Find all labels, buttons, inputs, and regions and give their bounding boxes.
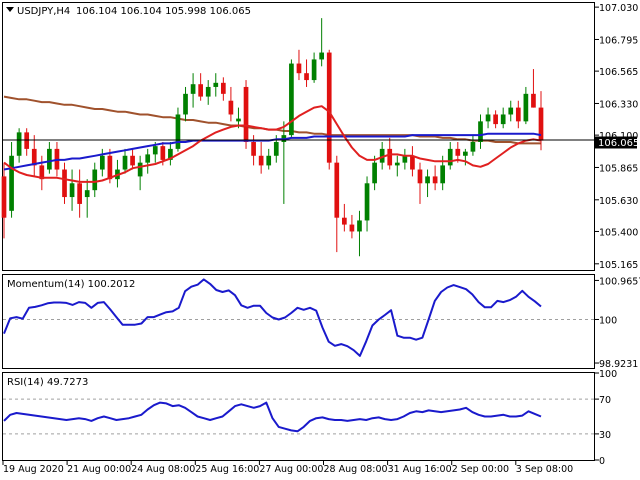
bearish-candle: [387, 148, 393, 166]
bullish-candle: [447, 148, 453, 166]
symbol-label: USDJPY,H4: [17, 6, 70, 17]
bearish-candle: [326, 52, 332, 163]
price-axis-tick-label: 105.165: [599, 260, 638, 271]
bullish-candle: [523, 93, 529, 122]
bearish-candle: [349, 224, 355, 232]
bearish-candle: [417, 169, 423, 184]
bullish-candle: [319, 52, 325, 60]
bullish-candle: [500, 114, 506, 125]
bearish-candle: [24, 132, 30, 149]
bearish-candle: [531, 93, 536, 108]
bullish-candle: [357, 220, 362, 232]
bullish-candle: [152, 146, 158, 155]
bearish-candle: [228, 100, 234, 115]
time-axis-tick-label: 28 Aug 08:00: [324, 464, 388, 475]
time-axis-tick-label: 24 Aug 08:00: [131, 464, 195, 475]
price-axis-tick-label: 106.565: [599, 67, 638, 78]
bearish-candle: [258, 155, 264, 166]
price-axis-tick-label: 106.795: [599, 35, 638, 46]
bearish-candle: [342, 217, 347, 225]
bearish-candle: [304, 73, 309, 81]
momentum-axis-tick-label: 100.9657: [599, 276, 640, 287]
bullish-candle: [99, 155, 105, 170]
rsi-axis-tick-label: 100: [599, 369, 617, 380]
time-axis-tick-label: 31 Aug 16:00: [388, 464, 452, 475]
bearish-candle: [130, 155, 135, 166]
bullish-candle: [311, 59, 317, 81]
bearish-candle: [198, 84, 203, 97]
time-axis-tick-label: 25 Aug 16:00: [195, 464, 259, 475]
bullish-candle: [440, 165, 446, 184]
bullish-candle: [289, 63, 294, 136]
bullish-candle: [137, 162, 143, 177]
bullish-candle: [273, 142, 279, 156]
price-axis-tick-label: 107.030: [599, 3, 638, 14]
bullish-candle: [47, 148, 52, 170]
bullish-candle: [145, 154, 151, 163]
rsi-axis-tick-label: 70: [599, 395, 611, 406]
bearish-candle: [77, 183, 82, 204]
bullish-candle: [266, 155, 272, 166]
bullish-candle: [425, 176, 430, 184]
bullish-candle: [175, 114, 181, 149]
bullish-candle: [508, 107, 514, 115]
price-axis-tick-label: 105.630: [599, 196, 638, 207]
time-axis-tick-label: 2 Sep 00:00: [452, 464, 509, 475]
bullish-candle: [485, 114, 491, 122]
time-axis-tick-label: 27 Aug 00:00: [259, 464, 323, 475]
bullish-candle: [470, 142, 476, 152]
rsi-axis-tick-label: 0: [599, 456, 605, 467]
bearish-candle: [432, 176, 438, 184]
rsi-axis-tick-label: 30: [599, 430, 611, 441]
last-price-label: 106.065: [598, 138, 639, 149]
time-axis-tick-label: 21 Aug 00:00: [67, 464, 131, 475]
bearish-candle: [455, 148, 461, 156]
bullish-candle: [69, 183, 75, 198]
ohlc-label: 106.104 106.104 105.998 106.065: [76, 6, 251, 17]
bullish-candle: [394, 162, 400, 166]
price-axis-tick-label: 106.330: [599, 99, 638, 110]
momentum-label: Momentum(14) 100.2012: [7, 279, 135, 290]
bearish-candle: [410, 155, 415, 170]
bullish-candle: [402, 155, 408, 163]
bearish-candle: [493, 114, 498, 125]
bullish-candle: [183, 93, 188, 115]
chart-background: [0, 0, 640, 480]
chart-canvas: 105.165105.400105.630105.865106.100106.3…: [0, 0, 640, 480]
bearish-candle: [243, 86, 249, 143]
bullish-candle: [92, 169, 98, 191]
bullish-candle: [372, 162, 377, 184]
time-axis-tick-label: 19 Aug 2020: [3, 464, 64, 475]
bearish-candle: [334, 162, 340, 218]
bearish-candle: [62, 169, 67, 198]
bearish-candle: [296, 63, 302, 74]
bullish-candle: [236, 118, 241, 122]
bullish-candle: [122, 155, 128, 170]
bullish-candle: [205, 86, 211, 97]
time-axis: 19 Aug 2020 21 Aug 00:00 24 Aug 08:00 25 Au…: [2, 461, 573, 475]
price-axis-tick-label: 105.400: [599, 227, 638, 238]
bullish-candle: [16, 132, 22, 156]
bullish-candle: [478, 121, 483, 143]
bullish-candle: [364, 183, 370, 221]
rsi-label: RSI(14) 49.7273: [7, 377, 88, 388]
bearish-candle: [1, 176, 7, 218]
time-axis-tick-label: 3 Sep 08:00: [516, 464, 573, 475]
price-axis-tick-label: 105.865: [599, 163, 638, 174]
bullish-candle: [463, 151, 468, 156]
bearish-candle: [160, 146, 166, 160]
bullish-candle: [9, 155, 14, 211]
bearish-candle: [220, 82, 226, 94]
bearish-candle: [251, 142, 256, 156]
bullish-candle: [84, 190, 90, 198]
momentum-axis-tick-label: 100: [599, 315, 617, 326]
bearish-candle: [107, 155, 113, 180]
bullish-candle: [213, 82, 219, 87]
bearish-candle: [515, 107, 521, 122]
bullish-candle: [190, 84, 196, 94]
